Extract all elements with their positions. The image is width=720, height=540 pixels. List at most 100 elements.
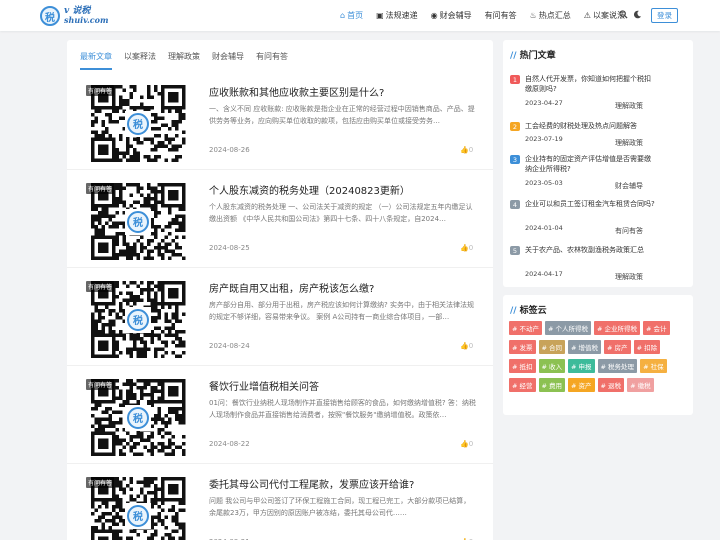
hot-article-title[interactable]: 自然人代开发票，你知道如何把握个税扣缴原则吗? [525,74,655,94]
article-date: 2024-08-24 [209,342,250,350]
hot-article-category[interactable]: 有问有答 [615,226,643,236]
like-count[interactable]: 👍0 [460,440,473,448]
hot-article-category[interactable]: 理解政策 [615,101,643,111]
qr-code-image: 税 [91,281,186,358]
tag-item[interactable]: # 个人所得税 [545,321,592,335]
fire-icon: ♨ [529,11,537,20]
nav-label: 财会辅导 [439,11,472,20]
tag-item[interactable]: # 经营 [509,378,536,392]
tag-item[interactable]: # 费用 [538,378,566,392]
rank-badge: 5 [510,246,520,255]
category-badge: 有问有答 [86,281,115,292]
article-item[interactable]: 税 有问有答 个人股东减资的税务处理（20240823更新） 个人股东减资的税务处… [67,176,493,268]
category-badge: 有问有答 [86,85,115,96]
article-thumbnail[interactable]: 税 有问有答 [85,378,191,458]
thumbs-up-icon: 👍 [460,244,469,252]
like-count[interactable]: 👍0 [460,146,473,154]
like-count[interactable]: 👍0 [460,244,473,252]
article-title[interactable]: 委托其母公司代付工程尾款，发票应该开给谁? [209,476,479,491]
tag-item[interactable]: # 资产 [568,378,595,392]
category-badge: 有问有答 [86,477,115,488]
nav-item-qa[interactable]: 有问有答 [485,10,517,21]
article-title[interactable]: 应收账款和其他应收款主要区别是什么? [209,84,479,99]
nav-label: 有问有答 [484,11,517,20]
article-excerpt: 问题 我公司与甲公司签订了环保工程施工合同，现工程已完工，大部分款项已结算，余尾… [209,497,471,517]
tab-latest[interactable]: 最新文章 [80,51,112,70]
tag-item[interactable]: # 增值税 [568,340,602,354]
hot-article-category[interactable]: 理解政策 [615,272,643,282]
article-list-panel: 最新文章 以案释法 理解政策 财会辅导 有问有答 税有问有答 应收账款和其他应收… [67,40,493,540]
article-title[interactable]: 餐饮行业增值税相关问答 [209,378,479,393]
article-thumbnail[interactable]: 税 有问有答 [85,182,191,262]
main-nav: ⌂ 首页 ▣ 法规速递 ◉ 财会辅导 有问有答 ♨ 热点汇总 ⚠ 以案说法 [340,0,638,31]
tag-item[interactable]: # 申报 [568,359,595,373]
site-logo[interactable]: 税 v 说税 shuiv.com [40,5,120,27]
nav-item-accounting[interactable]: ◉ 财会辅导 [431,10,472,21]
article-item[interactable]: 税 有问有答 房产既自用又出租，房产税该怎么缴? 房产部分自用、部分用于出租，房产… [67,274,493,366]
rank-badge: 4 [510,200,520,209]
article-item[interactable]: 税 有问有答 应收账款和其他应收款主要区别是什么? 一、含义不同 应收账款: 应收… [67,78,493,170]
hot-article-title[interactable]: 企业可以和员工签订租金汽车租赁合同吗? [525,199,655,209]
nav-label: 热点汇总 [538,11,571,20]
tag-item[interactable]: # 发票 [509,340,536,354]
tag-item[interactable]: # 房产 [604,340,631,354]
moon-icon[interactable] [633,10,642,22]
svg-text:税: 税 [133,412,143,425]
tag-item[interactable]: # 社保 [640,359,667,373]
search-icon[interactable] [619,10,628,22]
svg-text:税: 税 [133,216,143,229]
hot-article-category[interactable]: 理解政策 [615,138,643,148]
login-button[interactable]: 登录 [651,8,678,23]
thumbs-up-icon: 👍 [460,440,469,448]
like-count[interactable]: 👍0 [460,342,473,350]
tab-cases[interactable]: 以案释法 [124,51,156,70]
tag-item[interactable]: # 收入 [538,359,566,373]
svg-text:税: 税 [133,510,143,523]
thumbs-up-icon: 👍 [460,342,469,350]
tab-qa[interactable]: 有问有答 [256,51,288,70]
tag-item[interactable]: # 抵扣 [509,359,536,373]
hot-article-title[interactable]: 关于农产品、农林牧副渔税务政策汇总 [525,245,655,255]
article-item[interactable]: 税 有问有答 委托其母公司代付工程尾款，发票应该开给谁? 问题 我公司与甲公司签订… [67,470,493,540]
article-excerpt: 个人股东减资的税务处理 一、公司法关于减资的规定 （一）公司法规定五年内缴足认缴… [209,203,473,223]
article-title[interactable]: 个人股东减资的税务处理（20240823更新） [209,182,479,197]
article-thumbnail[interactable]: 税 有问有答 [85,280,191,360]
article-thumbnail[interactable]: 税 有问有答 [85,84,191,164]
tag-item[interactable]: # 合同 [538,340,566,354]
rank-badge: 3 [510,155,520,164]
article-excerpt: 01问：餐饮行业纳税人现场制作并直接销售给顾客的食品，如何缴纳增值税? 答：纳税… [209,399,476,419]
hot-article-date: 2024-04-17 [525,270,563,278]
tab-policy[interactable]: 理解政策 [168,51,200,70]
tag-item[interactable]: # 企业所得税 [594,321,641,335]
category-badge: 有问有答 [86,379,115,390]
tag-item[interactable]: # 税务处理 [597,359,638,373]
hot-article-date: 2024-01-04 [525,224,563,232]
article-thumbnail[interactable]: 税 有问有答 [85,476,191,540]
nav-item-regulations[interactable]: ▣ 法规速递 [376,10,418,21]
hot-article-category[interactable]: 财会辅导 [615,181,643,191]
document-icon: ▣ [376,11,384,20]
nav-item-home[interactable]: ⌂ 首页 [340,10,363,21]
tag-item[interactable]: # 退税 [597,378,625,392]
tag-item[interactable]: # 缴税 [627,378,654,392]
hot-article-title[interactable]: 企业持有的固定资产评估增值是否需要缴纳企业所得税? [525,154,655,174]
article-excerpt: 房产部分自用、部分用于出租，房产税应该如何计算缴纳? 实务中，由于相关法律法规的… [209,301,474,321]
article-item[interactable]: 税 有问有答 餐饮行业增值税相关问答 01问：餐饮行业纳税人现场制作并直接销售给顾… [67,372,493,464]
tag-cloud-title: //标签云 [510,306,547,316]
tag-item[interactable]: # 扣除 [633,340,661,354]
hot-articles-card: //热门文章 1 自然人代开发票，你知道如何把握个税扣缴原则吗? 2023-04… [503,40,693,287]
hot-article-title[interactable]: 工会经费的财税处理及热点问题解答 [525,121,655,131]
svg-text:税: 税 [133,118,143,131]
tag-item[interactable]: # 会计 [643,321,670,335]
home-icon: ⌂ [340,11,346,20]
tag-item[interactable]: # 不动产 [509,321,543,335]
tab-accounting[interactable]: 财会辅导 [212,51,244,70]
svg-text:税: 税 [133,314,143,327]
site-header: 税 v 说税 shuiv.com ⌂ 首页 ▣ 法规速递 ◉ 财会辅导 有问有答 ♨ 热… [0,0,720,31]
article-title[interactable]: 房产既自用又出租，房产税该怎么缴? [209,280,479,295]
warning-icon: ⚠ [583,11,591,20]
category-badge: 有问有答 [86,183,115,194]
eye-icon: ◉ [430,11,438,20]
nav-item-hot[interactable]: ♨ 热点汇总 [530,10,571,21]
article-date: 2024-08-26 [209,146,250,154]
